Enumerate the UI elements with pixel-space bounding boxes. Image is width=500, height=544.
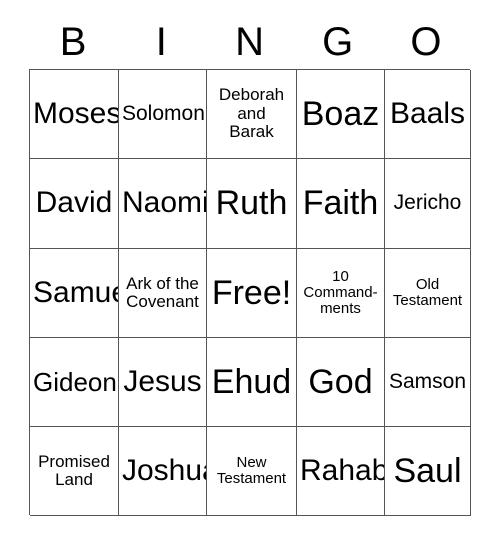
bingo-cell-label: Samuel: [33, 275, 118, 309]
bingo-cell-r1c1[interactable]: Moses: [30, 70, 119, 159]
bingo-cell-label: Rahab: [300, 453, 385, 487]
bingo-cell-r3c2[interactable]: Ark of the Covenant: [119, 249, 207, 338]
bingo-cell-r3c1[interactable]: Samuel: [30, 249, 119, 338]
bingo-cell-label: Naomi: [122, 186, 207, 220]
bingo-cell-r3c5[interactable]: Old Testament: [385, 249, 471, 338]
bingo-cell-r4c5[interactable]: Samson: [385, 338, 471, 427]
bingo-cell-r5c1[interactable]: Promised Land: [30, 427, 119, 516]
bingo-cell-label: 10 Command- ments: [303, 267, 378, 318]
bingo-cell-r2c2[interactable]: Naomi: [119, 159, 207, 249]
bingo-cell-r2c3[interactable]: Ruth: [207, 159, 297, 249]
bingo-cell-r5c2[interactable]: Joshua: [119, 427, 207, 516]
bingo-cell-label: Samson: [388, 369, 467, 393]
bingo-cell-label: Ruth: [215, 184, 288, 223]
bingo-cell-label: Faith: [302, 184, 379, 223]
bingo-cell-r5c3[interactable]: New Testament: [207, 427, 297, 516]
bingo-header-letter-b: B: [59, 19, 87, 64]
bingo-cell-r2c4[interactable]: Faith: [297, 159, 385, 249]
bingo-cell-label: Saul: [393, 451, 462, 490]
bingo-cell-r4c4[interactable]: God: [297, 338, 385, 427]
bingo-cell-label: Old Testament: [392, 275, 463, 309]
bingo-cell-label: Ehud: [211, 362, 292, 401]
bingo-cell-r1c5[interactable]: Baals: [385, 70, 471, 159]
bingo-cell-label: Promised Land: [38, 451, 110, 489]
bingo-cell-label: Solomon: [122, 101, 205, 125]
bingo-cell-label: God: [308, 362, 373, 401]
bingo-header-letter-o: O: [410, 19, 442, 64]
bingo-cell-r4c1[interactable]: Gideon: [30, 338, 119, 427]
bingo-cell-r2c1[interactable]: David: [30, 159, 119, 249]
bingo-cell-label: Moses: [33, 96, 119, 130]
bingo-cell-r2c5[interactable]: Jericho: [385, 159, 471, 249]
bingo-cell-r4c2[interactable]: Jesus: [119, 338, 207, 427]
bingo-grid: Moses Solomon Deborah and Barak Boaz Baa…: [29, 69, 471, 516]
bingo-cell-label: Ark of the Covenant: [126, 273, 199, 311]
bingo-card: B I N G O Moses Solomon Deborah and Bara…: [0, 0, 500, 544]
bingo-header-row: B I N G O: [29, 14, 470, 69]
bingo-cell-label: Jesus: [123, 364, 202, 398]
bingo-cell-label: Baals: [389, 96, 466, 130]
bingo-cell-r5c4[interactable]: Rahab: [297, 427, 385, 516]
bingo-cell-r5c5[interactable]: Saul: [385, 427, 471, 516]
bingo-header-letter-n: N: [235, 19, 264, 64]
bingo-cell-label: Joshua: [122, 453, 206, 487]
bingo-cell-r1c2[interactable]: Solomon: [119, 70, 207, 159]
bingo-cell-label: Boaz: [301, 94, 380, 133]
bingo-free-space-label: Free!: [211, 273, 292, 312]
bingo-cell-r3c4[interactable]: 10 Command- ments: [297, 249, 385, 338]
bingo-cell-label: Deborah and Barak: [218, 85, 285, 142]
bingo-cell-label: New Testament: [216, 453, 287, 487]
bingo-cell-r1c4[interactable]: Boaz: [297, 70, 385, 159]
bingo-cell-label: Gideon: [33, 366, 117, 397]
bingo-header-letter-i: I: [155, 19, 167, 64]
bingo-cell-free-space[interactable]: Free!: [207, 249, 297, 338]
bingo-cell-r1c3[interactable]: Deborah and Barak: [207, 70, 297, 159]
bingo-cell-label: Jericho: [393, 191, 462, 215]
bingo-header-letter-g: G: [322, 19, 354, 64]
bingo-cell-r4c3[interactable]: Ehud: [207, 338, 297, 427]
bingo-cell-label: David: [35, 186, 113, 220]
